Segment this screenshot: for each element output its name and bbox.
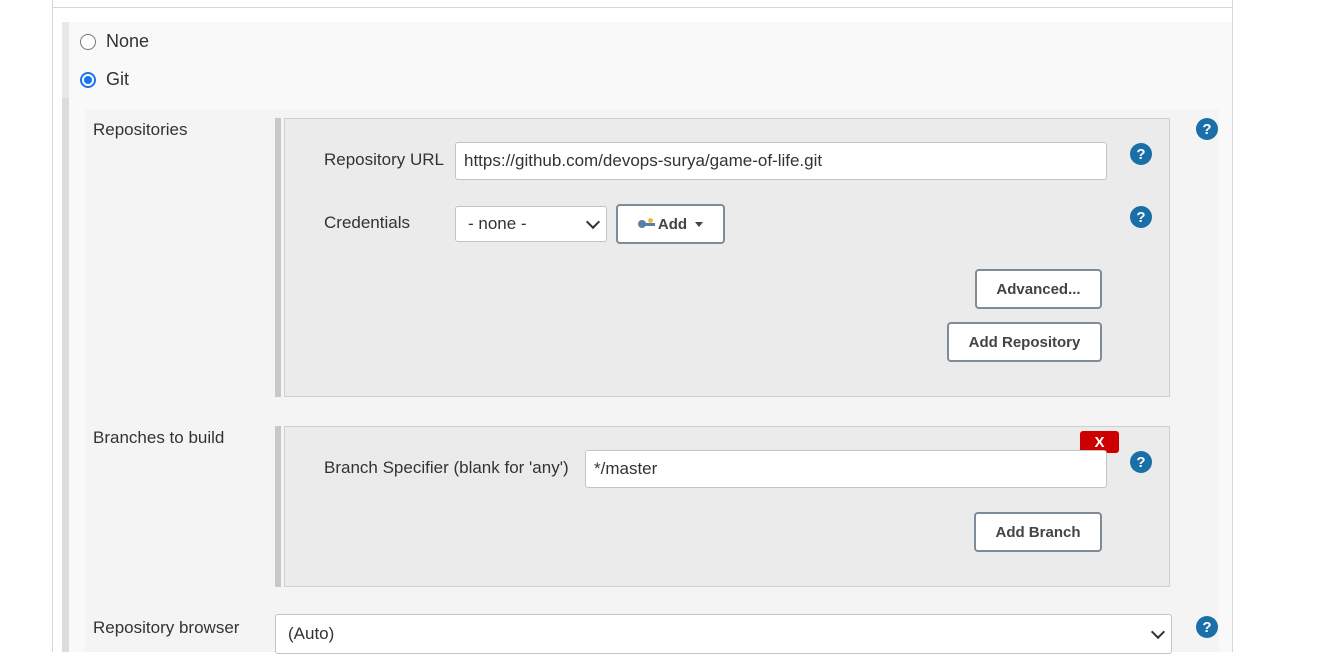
key-icon (637, 218, 656, 230)
branch-specifier-help-icon[interactable]: ? (1130, 451, 1152, 473)
repository-browser-label: Repository browser (93, 618, 240, 637)
page-right-border (1232, 0, 1233, 652)
repositories-group-bar (275, 118, 281, 397)
branches-group-bar (275, 426, 281, 587)
branches-to-build-label: Branches to build (93, 428, 225, 447)
add-repository-button[interactable]: Add Repository (947, 322, 1102, 362)
add-credentials-label: Add (657, 215, 688, 233)
chevron-down-icon (585, 214, 601, 230)
credentials-select[interactable]: - none - (455, 206, 607, 242)
branch-specifier-input[interactable]: */master (585, 450, 1107, 488)
radio-git-label: Git (106, 69, 130, 89)
add-branch-button[interactable]: Add Branch (974, 512, 1102, 552)
repository-browser-help-icon[interactable]: ? (1196, 616, 1218, 638)
chevron-down-icon (1150, 624, 1166, 640)
repository-browser-select[interactable]: (Auto) (275, 614, 1172, 654)
repository-url-input[interactable]: https://github.com/devops-surya/game-of-… (455, 142, 1107, 180)
caret-down-icon (695, 221, 704, 227)
radio-none[interactable] (80, 33, 96, 50)
branch-specifier-label: Branch Specifier (blank for 'any') (324, 458, 569, 477)
section-top-divider (52, 7, 1233, 8)
scm-option-git[interactable]: Git (80, 69, 129, 90)
scm-option-none[interactable]: None (80, 31, 149, 52)
advanced-button[interactable]: Advanced... (975, 269, 1102, 309)
repositories-help-icon[interactable]: ? (1196, 118, 1218, 140)
git-options-indent-bar (62, 98, 69, 652)
repositories-label: Repositories (93, 120, 188, 139)
repository-url-help-icon[interactable]: ? (1130, 143, 1152, 165)
credentials-help-icon[interactable]: ? (1130, 206, 1152, 228)
credentials-selected-value: - none - (468, 214, 527, 233)
radio-none-label: None (106, 31, 150, 51)
repository-browser-selected-value: (Auto) (288, 624, 335, 643)
radio-git[interactable] (80, 71, 96, 88)
credentials-label: Credentials (324, 213, 410, 232)
add-credentials-button[interactable]: Add (616, 204, 725, 244)
page-left-border (52, 0, 53, 652)
repository-url-label: Repository URL (324, 150, 444, 169)
